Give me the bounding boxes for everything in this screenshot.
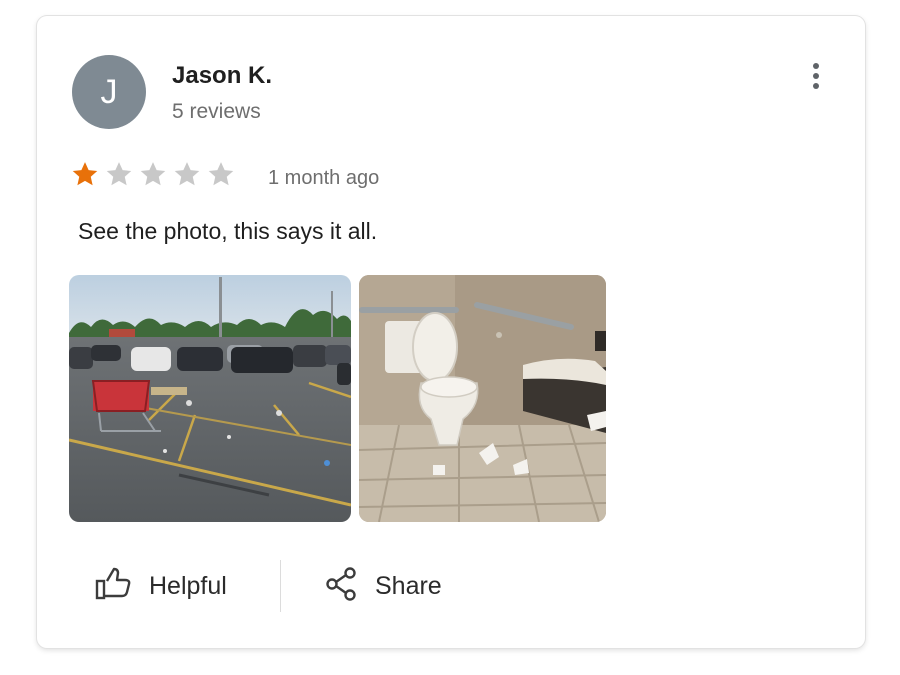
star-filled-icon xyxy=(70,159,100,189)
author-name[interactable]: Jason K. xyxy=(172,62,272,90)
helpful-button[interactable]: Helpful xyxy=(95,556,227,616)
share-button[interactable]: Share xyxy=(325,556,442,616)
review-card: J Jason K. 5 reviews 1 month ago See the… xyxy=(37,16,865,648)
author-review-count[interactable]: 5 reviews xyxy=(172,100,261,124)
parking-lot-photo xyxy=(69,275,351,522)
review-time: 1 month ago xyxy=(268,167,380,189)
actions-divider xyxy=(280,560,281,612)
share-label: Share xyxy=(375,571,442,600)
avatar-initial: J xyxy=(100,72,118,111)
more-dot xyxy=(813,63,819,69)
avatar[interactable]: J xyxy=(72,55,146,129)
star-empty-icon xyxy=(104,159,134,189)
thumbs-up-icon xyxy=(95,567,131,606)
star-rating xyxy=(70,159,236,189)
helpful-label: Helpful xyxy=(149,571,227,600)
more-dot xyxy=(813,73,819,79)
share-icon xyxy=(325,566,357,606)
restroom-photo xyxy=(359,275,606,522)
review-actions: Helpful Share xyxy=(37,556,865,616)
review-photo-restroom[interactable] xyxy=(359,275,606,522)
more-dot xyxy=(813,83,819,89)
star-empty-icon xyxy=(138,159,168,189)
review-text: See the photo, this says it all. xyxy=(78,218,378,244)
star-empty-icon xyxy=(172,159,202,189)
review-photo-parking-lot[interactable] xyxy=(69,275,351,522)
star-empty-icon xyxy=(206,159,236,189)
more-options-icon[interactable] xyxy=(803,58,829,94)
